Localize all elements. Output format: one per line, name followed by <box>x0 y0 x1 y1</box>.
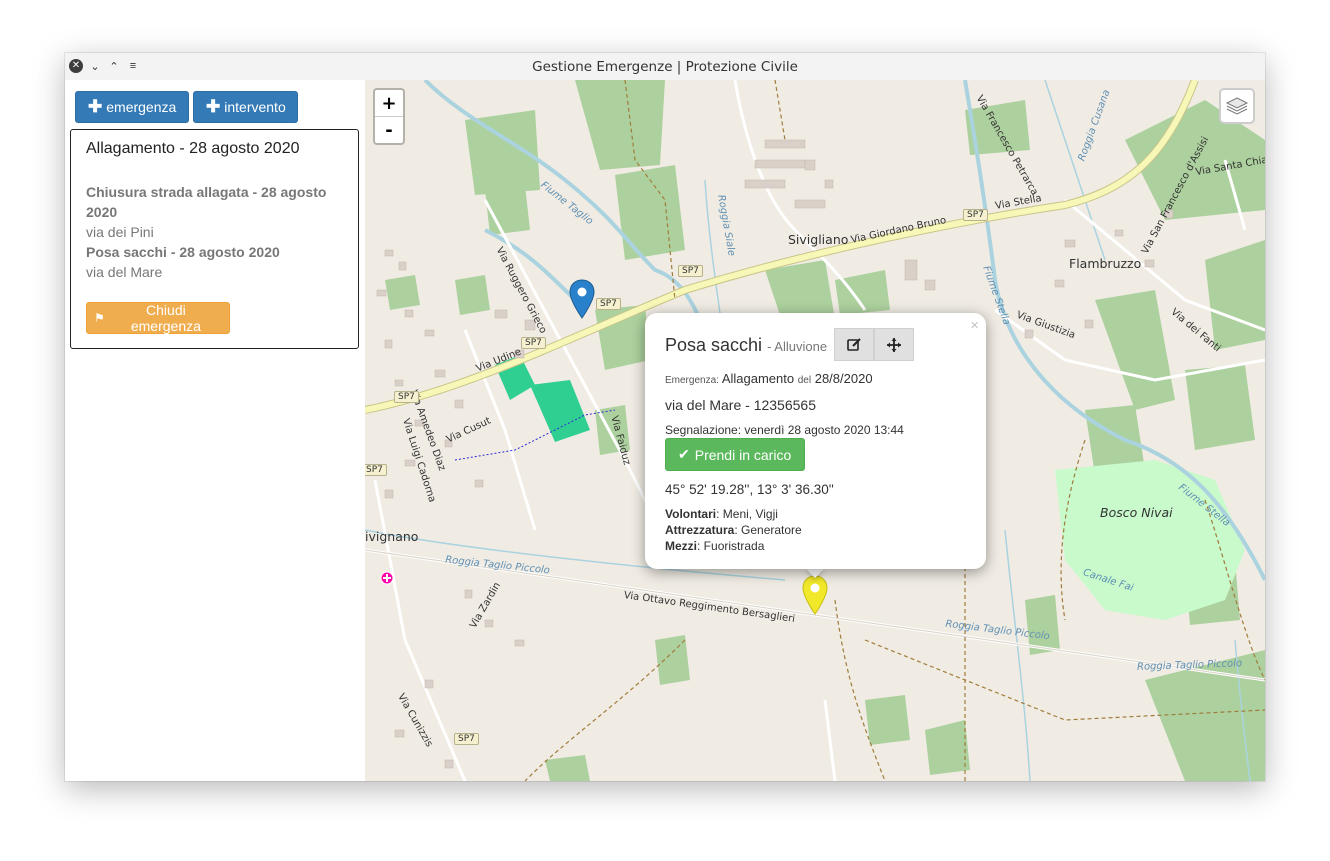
vehicles-value: : Fuoristrada <box>697 539 765 553</box>
intervention-title: Chiusura strada allagata - 28 agosto 202… <box>86 184 327 220</box>
flag-icon: ⚑ <box>94 311 105 325</box>
intervention-address: via del Mare <box>86 264 163 280</box>
place-label: Flambruzzo <box>1069 256 1142 271</box>
popup-vehicles: Mezzi: Fuoristrada <box>665 539 764 553</box>
move-button[interactable] <box>874 328 914 361</box>
place-label: Sivigliano <box>788 232 849 247</box>
add-emergency-label: emergenza <box>106 99 177 115</box>
take-charge-button[interactable]: ✔ Prendi in carico <box>665 438 805 471</box>
yellow-marker-icon[interactable] <box>802 575 828 615</box>
edit-button[interactable] <box>834 328 874 361</box>
popup-close-button[interactable]: × <box>970 317 979 334</box>
map-view[interactable]: Sivigliano Flambruzzo ivignano Bosco Niv… <box>365 80 1265 781</box>
place-label: Bosco Nivai <box>1100 505 1173 520</box>
window-title: Gestione Emergenze | Protezione Civile <box>532 59 798 75</box>
intervention-title: Posa sacchi - 28 agosto 2020 <box>86 244 280 260</box>
intervention-popup: × Posa sacchi - Alluvione Emergenza: All… <box>645 313 986 569</box>
popup-title: Posa sacchi - Alluvione <box>665 335 827 356</box>
popup-address: via del Mare - 12356565 <box>665 397 816 413</box>
road-shield: SP7 <box>521 337 546 349</box>
zoom-out-button[interactable]: - <box>375 117 403 143</box>
check-icon: ✔ <box>678 446 690 462</box>
volunteers-value: : Meni, Vigji <box>716 507 778 521</box>
intervention-item[interactable]: Posa sacchi - 28 agosto 2020 via del Mar… <box>86 242 346 282</box>
emergency-date: 28/8/2020 <box>814 371 873 386</box>
emergency-panel: Allagamento - 28 agosto 2020 Chiusura st… <box>70 129 359 349</box>
layers-icon <box>1225 97 1249 115</box>
close-emergency-label: Chiudi emergenza <box>130 302 201 334</box>
emergency-del: del <box>797 375 812 386</box>
plus-icon: ✚ <box>88 97 103 116</box>
popup-report-time: Segnalazione: venerdì 28 agosto 2020 13:… <box>665 423 904 437</box>
road-shield: SP7 <box>678 265 703 277</box>
road-shield: SP7 <box>394 391 419 403</box>
road-shield: SP7 <box>365 464 387 476</box>
popup-equipment: Attrezzatura: Generatore <box>665 523 802 537</box>
add-intervention-button[interactable]: ✚ intervento <box>193 91 298 123</box>
app-window: ✕ ⌄ ⌃ ≡ Gestione Emergenze | Protezione … <box>65 53 1265 781</box>
blue-marker-icon[interactable] <box>569 279 595 319</box>
volunteers-label: Volontari <box>665 507 717 521</box>
plus-icon: ✚ <box>206 97 221 116</box>
emergency-prefix: Emergenza: <box>665 375 719 386</box>
take-charge-label: Prendi in carico <box>694 446 792 463</box>
equipment-label: Attrezzatura <box>665 523 735 537</box>
zoom-in-button[interactable]: + <box>375 90 403 117</box>
sidebar: ✚ emergenza ✚ intervento Allagamento - 2… <box>65 80 365 781</box>
layers-button[interactable] <box>1219 88 1255 124</box>
edit-icon <box>847 337 861 351</box>
emergency-title: Allagamento - 28 agosto 2020 <box>86 140 300 157</box>
popup-type: - Alluvione <box>767 339 828 354</box>
add-intervention-label: intervento <box>224 99 286 115</box>
road-shield: SP7 <box>454 733 479 745</box>
intervention-address: via dei Pini <box>86 224 154 240</box>
equipment-value: : Generatore <box>734 523 802 537</box>
place-label: ivignano <box>365 529 419 544</box>
intervention-item[interactable]: Chiusura strada allagata - 28 agosto 202… <box>86 182 346 242</box>
road-shield: SP7 <box>596 298 621 310</box>
popup-volunteers: Volontari: Meni, Vigji <box>665 507 778 521</box>
zoom-control: + - <box>373 88 405 145</box>
emergency-name: Allagamento <box>721 371 795 386</box>
popup-emergency-row: Emergenza: Allagamento del 28/8/2020 <box>665 371 873 386</box>
close-emergency-button[interactable]: ⚑ Chiudi emergenza <box>86 302 230 334</box>
popup-title-text: Posa sacchi <box>665 335 763 355</box>
add-emergency-button[interactable]: ✚ emergenza <box>75 91 189 123</box>
titlebar: ✕ ⌄ ⌃ ≡ Gestione Emergenze | Protezione … <box>65 53 1265 81</box>
popup-coordinates: 45° 52' 19.28'', 13° 3' 36.30'' <box>665 482 834 497</box>
popup-tip <box>805 568 825 578</box>
vehicles-label: Mezzi <box>665 539 698 553</box>
road-shield: SP7 <box>963 209 988 221</box>
move-arrows-icon <box>887 337 901 352</box>
